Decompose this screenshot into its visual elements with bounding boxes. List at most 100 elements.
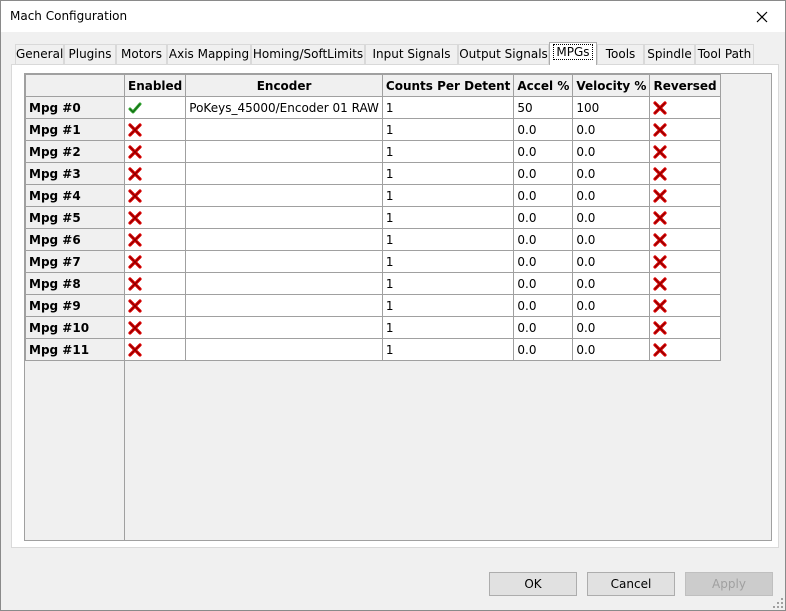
ok-button[interactable]: OK (489, 572, 577, 596)
cell-encoder[interactable] (185, 228, 383, 251)
cell-enabled[interactable] (123, 338, 187, 361)
column-header-accel[interactable]: Accel % (513, 74, 574, 97)
cell-reversed[interactable] (649, 250, 721, 273)
cell-accel[interactable]: 0.0 (513, 206, 574, 229)
cell-counts-per-detent[interactable]: 1 (381, 272, 515, 295)
cell-velocity[interactable]: 0.0 (572, 206, 651, 229)
apply-button[interactable]: Apply (685, 572, 773, 596)
resize-grip-icon[interactable] (773, 598, 783, 608)
cell-enabled[interactable] (123, 250, 187, 273)
cell-reversed[interactable] (649, 140, 721, 163)
tab-mpgs[interactable]: MPGs (549, 42, 597, 65)
cell-accel[interactable]: 0.0 (513, 316, 574, 339)
cell-counts-per-detent[interactable]: 1 (381, 118, 515, 141)
cell-accel[interactable]: 0.0 (513, 118, 574, 141)
cell-encoder[interactable] (185, 338, 383, 361)
cell-encoder[interactable] (185, 316, 383, 339)
tab-tool-path[interactable]: Tool Path (695, 44, 754, 64)
cell-accel[interactable]: 0.0 (513, 162, 574, 185)
mach-configuration-dialog: Mach Configuration General Plugins Motors A… (0, 0, 786, 611)
cell-encoder[interactable] (185, 140, 383, 163)
column-header-enabled[interactable]: Enabled (123, 74, 187, 97)
cell-enabled[interactable] (123, 272, 187, 295)
cell-accel[interactable]: 0.0 (513, 250, 574, 273)
cell-accel[interactable]: 0.0 (513, 140, 574, 163)
cell-counts-per-detent[interactable]: 1 (381, 294, 515, 317)
cell-velocity[interactable]: 0.0 (572, 272, 651, 295)
cell-enabled[interactable] (123, 118, 187, 141)
column-header-velocity[interactable]: Velocity % (572, 74, 651, 97)
tab-axis-mapping[interactable]: Axis Mapping (167, 44, 251, 64)
cell-counts-per-detent[interactable]: 1 (381, 162, 515, 185)
cell-encoder[interactable]: PoKeys_45000/Encoder 01 RAW (185, 96, 383, 119)
cell-reversed[interactable] (649, 118, 721, 141)
cell-reversed[interactable] (649, 316, 721, 339)
cell-enabled[interactable] (123, 184, 187, 207)
tab-output-signals[interactable]: Output Signals (458, 44, 549, 64)
cell-velocity[interactable]: 0.0 (572, 294, 651, 317)
table-row: Mpg #8 1 0.0 0.0 (25, 272, 721, 295)
cell-velocity[interactable]: 0.0 (572, 228, 651, 251)
cell-enabled[interactable] (123, 316, 187, 339)
cell-encoder[interactable] (185, 272, 383, 295)
column-header-reversed[interactable]: Reversed (649, 74, 721, 97)
cell-counts-per-detent[interactable]: 1 (381, 96, 515, 119)
cell-accel[interactable]: 0.0 (513, 338, 574, 361)
cell-velocity[interactable]: 0.0 (572, 140, 651, 163)
cell-enabled[interactable] (123, 162, 187, 185)
cell-reversed[interactable] (649, 206, 721, 229)
cell-velocity[interactable]: 100 (572, 96, 651, 119)
cell-enabled[interactable] (123, 96, 187, 119)
tab-label: Motors (121, 47, 162, 61)
cell-counts-per-detent[interactable]: 1 (381, 250, 515, 273)
cell-encoder[interactable] (185, 184, 383, 207)
tab-tools[interactable]: Tools (597, 44, 644, 64)
cell-reversed[interactable] (649, 272, 721, 295)
tab-input-signals[interactable]: Input Signals (365, 44, 458, 64)
cell-counts-per-detent[interactable]: 1 (381, 316, 515, 339)
column-header-counts[interactable]: Counts Per Detent (381, 74, 515, 97)
cell-encoder[interactable] (185, 118, 383, 141)
cell-accel[interactable]: 0.0 (513, 228, 574, 251)
cell-velocity[interactable]: 0.0 (572, 250, 651, 273)
cell-encoder[interactable] (185, 250, 383, 273)
cell-encoder[interactable] (185, 162, 383, 185)
cell-enabled[interactable] (123, 294, 187, 317)
cell-counts-per-detent[interactable]: 1 (381, 228, 515, 251)
cell-encoder[interactable] (185, 294, 383, 317)
cell-reversed[interactable] (649, 228, 721, 251)
cell-accel[interactable]: 50 (513, 96, 574, 119)
cell-velocity[interactable]: 0.0 (572, 162, 651, 185)
cell-enabled[interactable] (123, 228, 187, 251)
cell-velocity[interactable]: 0.0 (572, 184, 651, 207)
tab-general[interactable]: General (15, 44, 64, 64)
cell-reversed[interactable] (649, 184, 721, 207)
cell-accel[interactable]: 0.0 (513, 272, 574, 295)
tab-label: Tool Path (697, 47, 752, 61)
cell-enabled[interactable] (123, 140, 187, 163)
cell-reversed[interactable] (649, 294, 721, 317)
tab-homing-softlimits[interactable]: Homing/SoftLimits (251, 44, 365, 64)
cell-enabled[interactable] (123, 206, 187, 229)
cell-reversed[interactable] (649, 96, 721, 119)
cancel-button[interactable]: Cancel (587, 572, 675, 596)
cell-accel[interactable]: 0.0 (513, 294, 574, 317)
tab-motors[interactable]: Motors (116, 44, 167, 64)
cell-counts-per-detent[interactable]: 1 (381, 338, 515, 361)
cell-reversed[interactable] (649, 338, 721, 361)
cell-counts-per-detent[interactable]: 1 (381, 140, 515, 163)
cell-counts-per-detent[interactable]: 1 (381, 206, 515, 229)
column-header-encoder[interactable]: Encoder (185, 74, 383, 97)
close-button[interactable] (739, 1, 785, 32)
cell-velocity[interactable]: 0.0 (572, 338, 651, 361)
cell-velocity[interactable]: 0.0 (572, 118, 651, 141)
tab-plugins[interactable]: Plugins (64, 44, 116, 64)
cell-reversed[interactable] (649, 162, 721, 185)
red-x-icon (128, 255, 142, 269)
cell-velocity[interactable]: 0.0 (572, 316, 651, 339)
tab-spindle[interactable]: Spindle (644, 44, 695, 64)
cell-counts-per-detent[interactable]: 1 (381, 184, 515, 207)
cell-accel[interactable]: 0.0 (513, 184, 574, 207)
red-x-icon (653, 145, 668, 159)
cell-encoder[interactable] (185, 206, 383, 229)
